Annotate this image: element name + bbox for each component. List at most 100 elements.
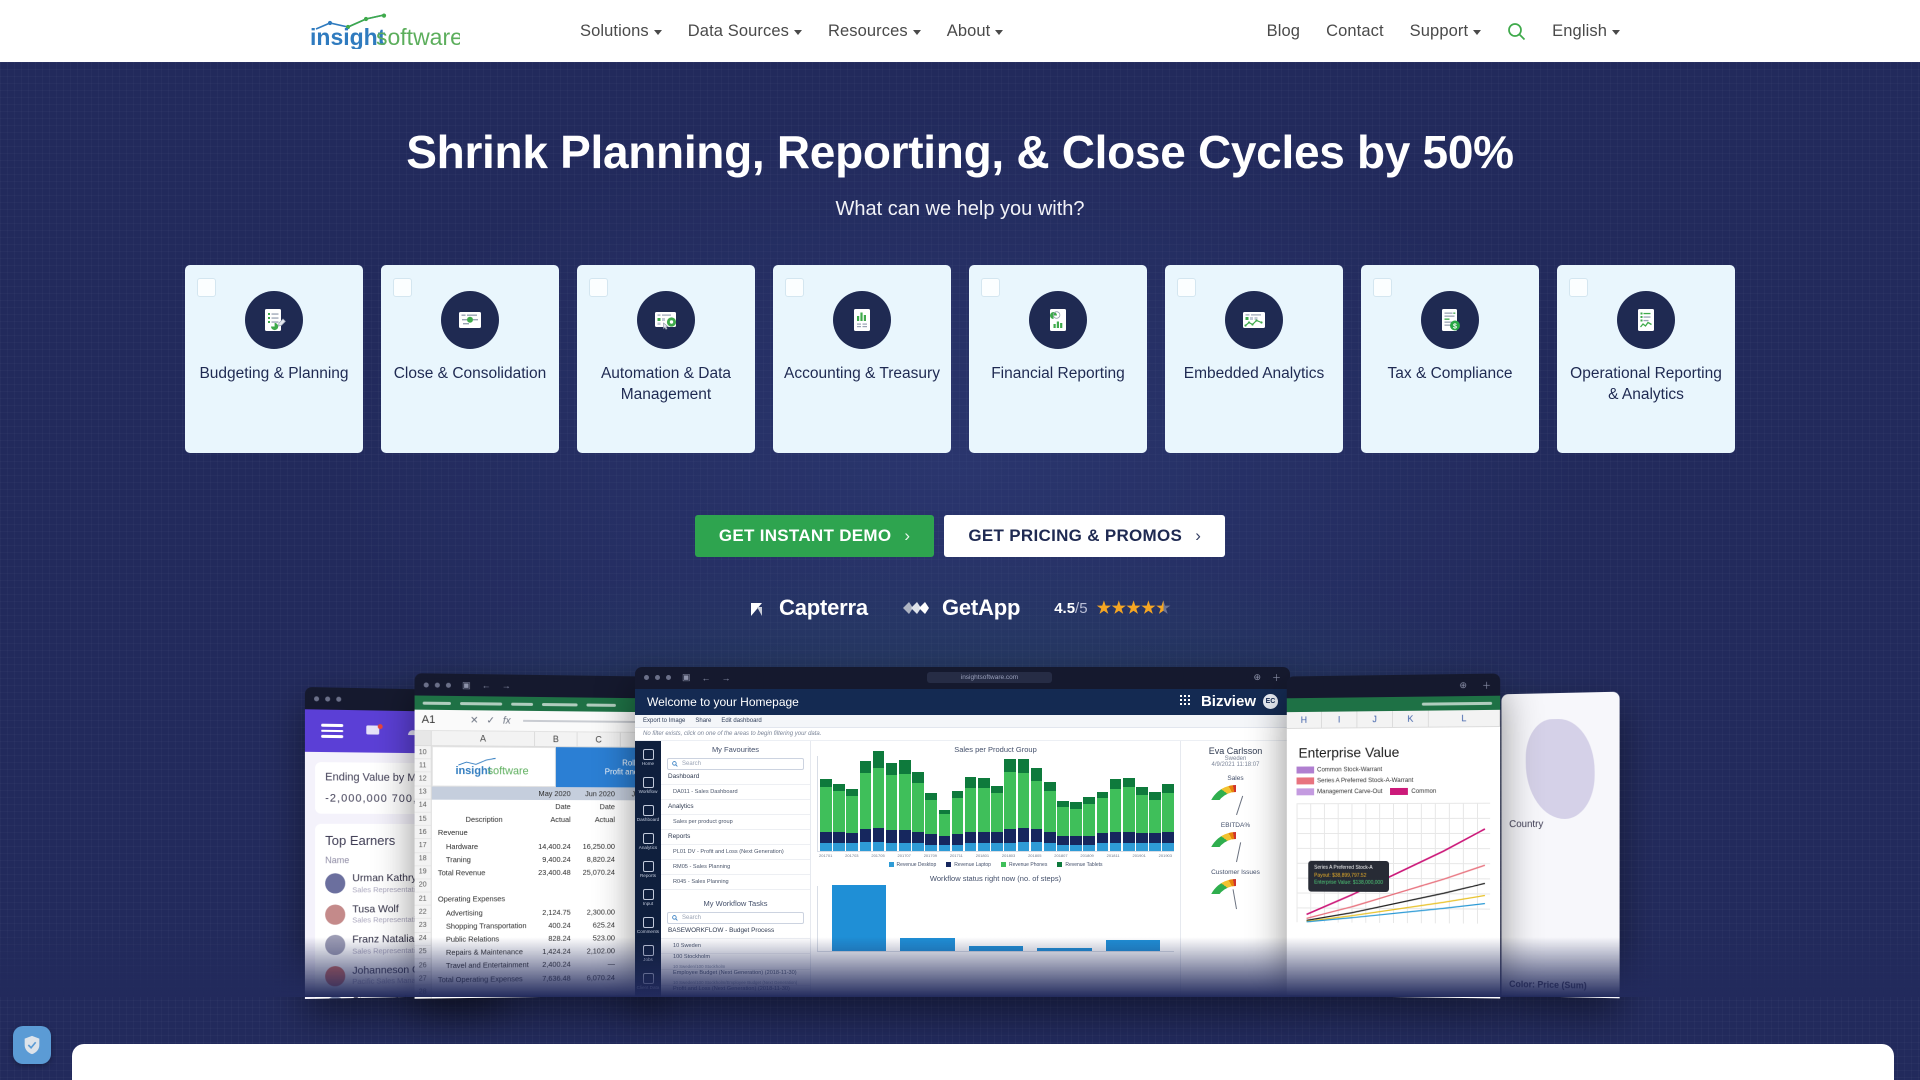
row-number: 19: [415, 866, 431, 879]
name-box[interactable]: A1: [422, 714, 462, 727]
card-checkbox[interactable]: [785, 278, 804, 297]
sidebar-item-home[interactable]: Home: [635, 744, 661, 772]
card-checkbox[interactable]: [981, 278, 1000, 297]
nav-item-blog[interactable]: Blog: [1267, 22, 1300, 41]
legend-item: Revenue Laptop: [946, 862, 991, 868]
list-item[interactable]: Sales per product group: [661, 815, 810, 830]
cancel-icon[interactable]: ✕: [470, 715, 478, 726]
hamburger-icon[interactable]: [321, 721, 343, 741]
solution-card-tax-compliance[interactable]: $ Tax & Compliance: [1361, 265, 1539, 453]
nav-item-support[interactable]: Support: [1410, 22, 1482, 41]
sidebar-item-analytics[interactable]: Analytics: [635, 828, 661, 856]
sidebar-item-comments[interactable]: Comments: [635, 912, 661, 940]
sales-per-product-group-chart: [817, 756, 1174, 852]
tasks-search-input[interactable]: Search: [667, 912, 804, 924]
sidebar-toggle-icon[interactable]: ▣: [462, 679, 471, 690]
getapp-logo[interactable]: GetApp: [902, 595, 1020, 621]
card-checkbox[interactable]: [589, 278, 608, 297]
column-header[interactable]: I: [1322, 711, 1357, 727]
back-arrow-icon[interactable]: ←: [482, 680, 491, 690]
nav-item-about[interactable]: About: [947, 22, 1004, 41]
privacy-settings-button[interactable]: [13, 1026, 51, 1064]
homepage-title: Welcome to your Homepage: [647, 695, 799, 709]
svg-text:software: software: [487, 765, 528, 777]
nav-item-resources[interactable]: Resources: [828, 22, 921, 41]
card-checkbox[interactable]: [1177, 278, 1196, 297]
sidebar-item-dashboard[interactable]: Dashboard: [635, 800, 661, 828]
function-icon[interactable]: fx: [503, 715, 511, 726]
site-logo[interactable]: insight software: [308, 13, 460, 49]
solution-card-financial-reporting[interactable]: Financial Reporting: [969, 265, 1147, 453]
get-pricing-promos-button[interactable]: GET PRICING & PROMOS ›: [944, 515, 1225, 557]
solution-card-embedded-analytics[interactable]: Embedded Analytics: [1165, 265, 1343, 453]
solution-card-budgeting-planning[interactable]: Budgeting & Planning: [185, 265, 363, 453]
table-row: Hardware14,400.2416,250.0015,750.: [432, 839, 663, 852]
column-header[interactable]: L: [1429, 710, 1500, 727]
edit-dashboard-button[interactable]: Edit dashboard: [721, 718, 761, 724]
column-header[interactable]: H: [1287, 712, 1322, 728]
sidebar-toggle-icon[interactable]: ▣: [682, 672, 691, 683]
reports-icon: [643, 861, 654, 872]
nav-item-solutions[interactable]: Solutions: [580, 22, 662, 41]
forward-arrow-icon[interactable]: →: [722, 673, 731, 683]
cell: 25,070.24: [575, 868, 619, 877]
list-item[interactable]: R045 - Sales Planning: [661, 875, 810, 890]
solution-card-close-consolidation[interactable]: Close & Consolidation: [381, 265, 559, 453]
customer-issues-gauge: [1208, 879, 1264, 909]
forward-arrow-icon[interactable]: →: [502, 680, 511, 690]
sub-header: Actual: [575, 815, 619, 824]
legend-label: Series A Preferred Stock-A-Warrant: [1317, 777, 1413, 784]
card-checkbox[interactable]: [1569, 278, 1588, 297]
sidebar-item-reports[interactable]: Reports: [635, 856, 661, 884]
card-checkbox[interactable]: [197, 278, 216, 297]
solution-card-accounting-treasury[interactable]: Accounting & Treasury: [773, 265, 951, 453]
column-header[interactable]: A: [432, 731, 535, 746]
list-item[interactable]: Analytics: [661, 800, 810, 815]
score-denominator: /5: [1075, 600, 1088, 617]
new-tab-icon[interactable]: ＋: [1272, 671, 1281, 684]
row-number: 20: [415, 879, 431, 892]
list-item[interactable]: Reports: [661, 830, 810, 845]
get-instant-demo-button[interactable]: GET INSTANT DEMO ›: [695, 515, 935, 557]
solution-card-operational-reporting-analytics[interactable]: Operational Reporting & Analytics: [1557, 265, 1735, 453]
maximize-dot-icon: [666, 675, 671, 680]
column-header[interactable]: K: [1393, 710, 1429, 726]
share-button[interactable]: Share: [695, 718, 711, 724]
column-header[interactable]: B: [535, 732, 578, 746]
brand-label: Bizview: [1201, 693, 1256, 710]
svg-text:insight: insight: [455, 765, 491, 777]
new-tab-icon[interactable]: ＋: [1482, 678, 1491, 691]
nav-item-contact[interactable]: Contact: [1326, 22, 1384, 41]
card-checkbox[interactable]: [1373, 278, 1392, 297]
language-selector[interactable]: English: [1552, 22, 1620, 41]
share-icon[interactable]: ⊕: [1459, 679, 1467, 690]
workflow-icon: [643, 777, 654, 788]
column-header[interactable]: J: [1357, 711, 1393, 727]
chat-icon[interactable]: [365, 723, 383, 739]
solution-card-automation-data-management[interactable]: Automation & Data Management: [577, 265, 755, 453]
avatar[interactable]: EC: [1263, 694, 1278, 709]
nav-item-data-sources[interactable]: Data Sources: [688, 22, 802, 41]
legend-item: Revenue Tablets: [1057, 862, 1102, 868]
card-checkbox[interactable]: [393, 278, 412, 297]
capterra-logo[interactable]: Capterra: [749, 595, 868, 621]
cell: 14,400.24: [530, 842, 575, 851]
sidebar-item-workflow[interactable]: Workflow: [635, 772, 661, 800]
list-item[interactable]: DA011 - Sales Dashboard: [661, 785, 810, 800]
search-icon[interactable]: [1507, 22, 1526, 41]
export-to-image-button[interactable]: Export to Image: [643, 718, 685, 724]
search-input[interactable]: Search: [667, 758, 804, 770]
share-icon[interactable]: ⊕: [1253, 672, 1261, 683]
back-arrow-icon[interactable]: ←: [702, 673, 711, 683]
confirm-icon[interactable]: ✓: [487, 715, 495, 726]
formula-bar[interactable]: A1 ✕ ✓ fx: [415, 710, 663, 733]
list-item[interactable]: PL01 DV - Profit and Loss (Next Generati…: [661, 845, 810, 860]
list-item[interactable]: Dashboard: [661, 770, 810, 785]
bar: [978, 778, 990, 851]
list-item[interactable]: RM05 - Sales Planning: [661, 860, 810, 875]
analytics-icon: [643, 833, 654, 844]
gauge-needle: [1236, 842, 1242, 862]
address-bar[interactable]: insightsoftware.com: [737, 672, 1243, 683]
sidebar-item-input[interactable]: Input: [635, 884, 661, 912]
column-header[interactable]: C: [578, 732, 621, 746]
